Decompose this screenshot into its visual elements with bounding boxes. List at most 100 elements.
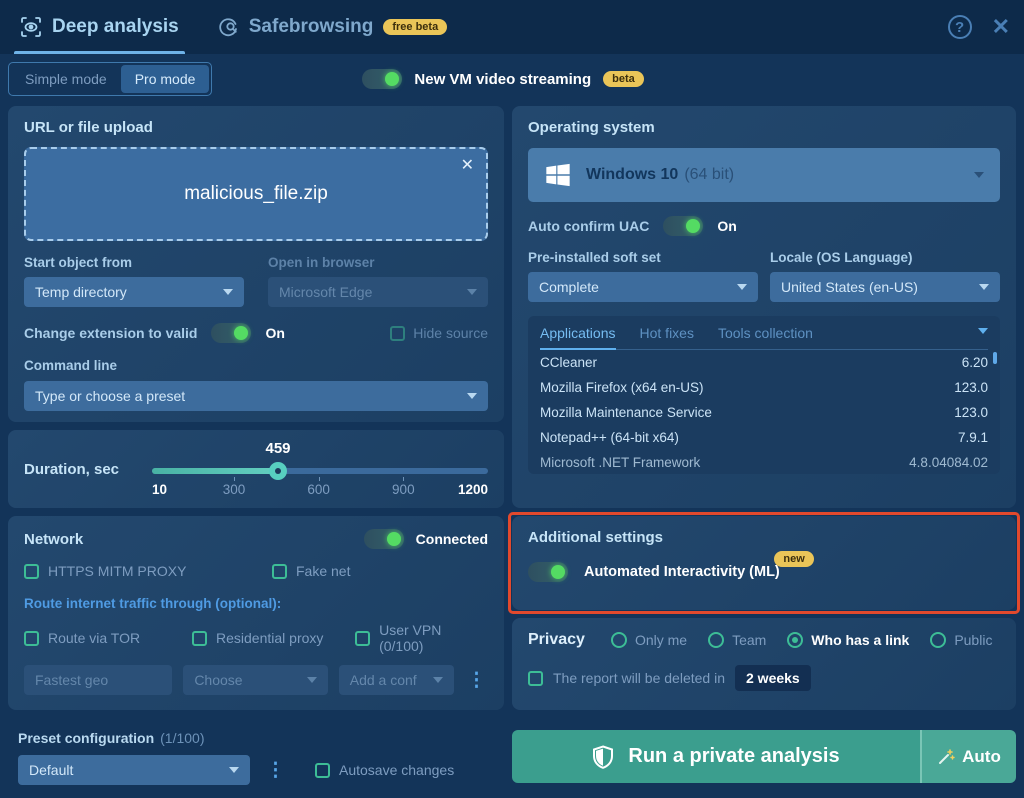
mitm-proxy-option[interactable]: HTTPS MITM PROXY xyxy=(24,563,272,579)
vpn-conf-dropdown[interactable]: Add a conf xyxy=(339,665,454,695)
mitm-proxy-checkbox[interactable] xyxy=(24,564,39,579)
only-me-label: Only me xyxy=(635,632,687,648)
open-browser-dropdown: Microsoft Edge xyxy=(268,277,488,307)
fake-net-checkbox[interactable] xyxy=(272,564,287,579)
os-panel: Operating system Windows 10 (64 bit) Aut… xyxy=(512,106,1016,508)
privacy-who-has-link[interactable]: Who has a link xyxy=(787,632,909,648)
app-row: CCleaner 6.20 xyxy=(540,350,988,375)
tab-hot-fixes[interactable]: Hot fixes xyxy=(640,325,694,341)
residential-proxy-option[interactable]: Residential proxy xyxy=(192,630,355,646)
who-has-link-label: Who has a link xyxy=(811,632,909,648)
chevron-down-icon xyxy=(737,284,747,290)
residential-proxy-checkbox[interactable] xyxy=(192,631,207,646)
tab-deep-analysis[interactable]: Deep analysis xyxy=(14,0,185,54)
app-row: Mozilla Firefox (x64 en-US) 123.0 xyxy=(540,375,988,400)
locale-dropdown[interactable]: United States (en-US) xyxy=(770,272,1000,302)
titlebar: Deep analysis Safebrowsing free beta ? ✕ xyxy=(0,0,1024,54)
radio-team[interactable] xyxy=(708,632,724,648)
privacy-only-me[interactable]: Only me xyxy=(611,632,687,648)
start-object-label: Start object from xyxy=(24,255,244,270)
delete-report-checkbox[interactable] xyxy=(528,671,543,686)
slider-fill xyxy=(152,468,278,474)
apps-scrollbar[interactable] xyxy=(993,352,997,364)
proxy-choose-dropdown[interactable]: Choose xyxy=(183,665,327,695)
simple-mode-button[interactable]: Simple mode xyxy=(11,65,121,93)
uac-toggle[interactable] xyxy=(663,216,703,236)
soft-set-value: Complete xyxy=(539,279,599,295)
app-name: Mozilla Maintenance Service xyxy=(540,405,712,420)
collapse-apps-icon[interactable] xyxy=(978,328,988,334)
command-line-dropdown[interactable]: Type or choose a preset xyxy=(24,381,488,411)
pro-mode-button[interactable]: Pro mode xyxy=(121,65,210,93)
chevron-down-icon xyxy=(979,284,989,290)
team-label: Team xyxy=(732,632,766,648)
remove-file-icon[interactable]: ✕ xyxy=(461,155,474,175)
autosave-checkbox[interactable] xyxy=(315,763,330,778)
soft-set-dropdown[interactable]: Complete xyxy=(528,272,758,302)
hide-source-label: Hide source xyxy=(413,325,488,341)
tor-label: Route via TOR xyxy=(48,630,140,646)
tick-mark xyxy=(403,477,404,481)
uac-state: On xyxy=(717,218,736,234)
chevron-down-icon xyxy=(307,677,317,683)
file-dropzone[interactable]: malicious_file.zip ✕ xyxy=(24,147,488,241)
app-row: Microsoft .NET Framework 4.8.04084.02 xyxy=(540,450,988,474)
tab-safebrowsing[interactable]: Safebrowsing free beta xyxy=(211,0,453,54)
help-icon[interactable]: ? xyxy=(948,15,972,39)
deep-analysis-dialog: Deep analysis Safebrowsing free beta ? ✕… xyxy=(0,0,1024,798)
auto-button[interactable]: Auto xyxy=(920,730,1016,783)
privacy-public[interactable]: Public xyxy=(930,632,992,648)
os-dropdown[interactable]: Windows 10 (64 bit) xyxy=(528,148,1000,202)
autosave-option[interactable]: Autosave changes xyxy=(315,762,454,778)
network-panel: Network Connected HTTPS MITM PROXY Fake … xyxy=(8,516,504,710)
upload-panel-title: URL or file upload xyxy=(24,119,488,136)
app-version: 6.20 xyxy=(962,355,988,370)
automated-interactivity-toggle[interactable] xyxy=(528,562,568,582)
command-line-placeholder: Type or choose a preset xyxy=(35,388,185,404)
preset-kebab-menu-icon[interactable]: ⋮ xyxy=(264,761,287,780)
close-icon[interactable]: ✕ xyxy=(992,16,1010,38)
mode-segmented-control: Simple mode Pro mode xyxy=(8,62,212,96)
fastest-geo-dropdown[interactable]: Fastest geo xyxy=(24,665,172,695)
chevron-down-icon xyxy=(223,289,233,295)
tab-tools-collection[interactable]: Tools collection xyxy=(718,325,813,341)
tick-10: 10 xyxy=(152,482,167,497)
change-extension-toggle[interactable] xyxy=(211,323,251,343)
start-object-dropdown[interactable]: Temp directory xyxy=(24,277,244,307)
route-traffic-label: Route internet traffic through (optional… xyxy=(24,596,488,611)
app-version: 123.0 xyxy=(954,380,988,395)
radio-public[interactable] xyxy=(930,632,946,648)
tor-option[interactable]: Route via TOR xyxy=(24,630,192,646)
radio-only-me[interactable] xyxy=(611,632,627,648)
app-name: Notepad++ (64-bit x64) xyxy=(540,430,679,445)
user-vpn-label: User VPN (0/100) xyxy=(379,622,488,654)
vm-beta-badge: beta xyxy=(603,71,644,87)
open-browser-value: Microsoft Edge xyxy=(279,284,372,300)
fake-net-option[interactable]: Fake net xyxy=(272,563,350,579)
change-extension-state: On xyxy=(265,325,284,341)
vm-streaming-toggle[interactable] xyxy=(362,69,402,89)
chevron-down-icon xyxy=(467,289,477,295)
fastest-geo-value: Fastest geo xyxy=(35,672,108,688)
preset-dropdown[interactable]: Default xyxy=(18,755,250,785)
slider-thumb[interactable] xyxy=(269,462,287,480)
scan-eye-icon xyxy=(20,16,42,38)
shield-icon xyxy=(592,745,614,769)
uac-label: Auto confirm UAC xyxy=(528,218,649,234)
app-version: 4.8.04084.02 xyxy=(909,455,988,470)
app-name: CCleaner xyxy=(540,355,597,370)
public-label: Public xyxy=(954,632,992,648)
run-private-analysis-button[interactable]: Run a private analysis xyxy=(512,730,920,783)
delete-period-selector[interactable]: 2 weeks xyxy=(735,665,811,691)
os-suffix: (64 bit) xyxy=(684,166,734,184)
duration-slider[interactable]: 459 10 300 600 900 1200 xyxy=(152,450,488,498)
tab-applications[interactable]: Applications xyxy=(540,325,616,341)
mitm-proxy-label: HTTPS MITM PROXY xyxy=(48,563,186,579)
network-toggle[interactable] xyxy=(364,529,404,549)
tor-checkbox[interactable] xyxy=(24,631,39,646)
radio-who-has-link[interactable] xyxy=(787,632,803,648)
user-vpn-option[interactable]: User VPN (0/100) xyxy=(355,622,488,654)
user-vpn-checkbox[interactable] xyxy=(355,631,370,646)
vpn-kebab-menu-icon[interactable]: ⋮ xyxy=(465,671,488,690)
privacy-team[interactable]: Team xyxy=(708,632,766,648)
